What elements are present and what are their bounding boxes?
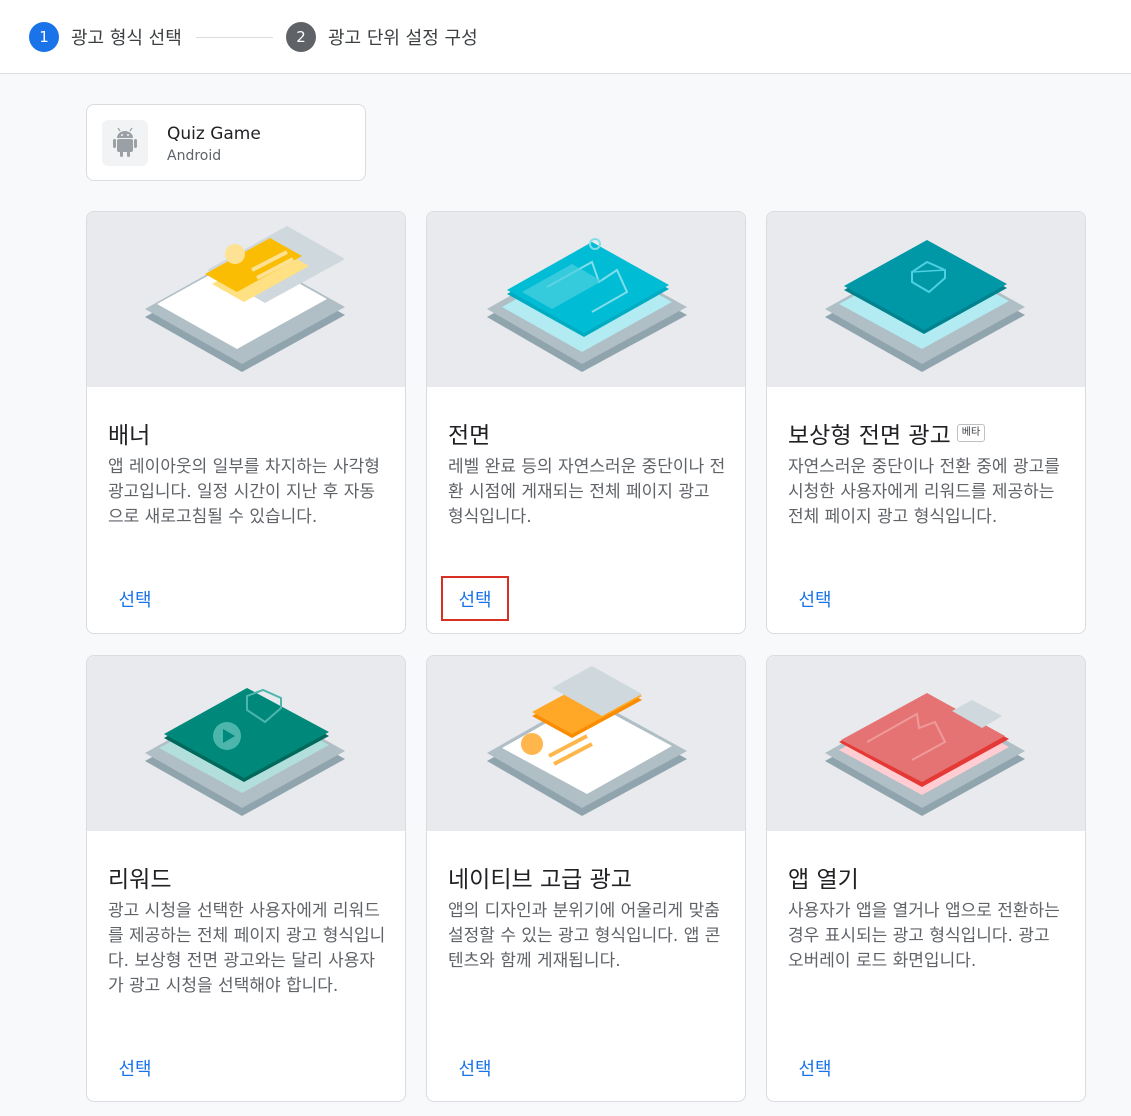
format-card-native: 네이티브 고급 광고 앱의 디자인과 분위기에 어울리게 맞춤설정할 수 있는 … [426, 655, 746, 1102]
app-name: Quiz Game [167, 124, 261, 144]
card-title: 전면 [448, 423, 491, 449]
step-2[interactable]: 2 광고 단위 설정 구성 [286, 22, 478, 52]
card-description: 자연스러운 중단이나 전환 중에 광고를 시청한 사용자에게 리워드를 제공하는… [788, 457, 1060, 527]
card-title: 보상형 전면 광고 베타 [788, 416, 986, 450]
card-description: 사용자가 앱을 열거나 앱으로 전환하는 경우 표시되는 광고 형식입니다. 광… [788, 901, 1060, 971]
stepper: 1 광고 형식 선택 2 광고 단위 설정 구성 [0, 0, 1131, 74]
card-title: 배너 [108, 423, 151, 449]
step-1[interactable]: 1 광고 형식 선택 [29, 22, 182, 52]
card-description: 앱의 디자인과 분위기에 어울리게 맞춤설정할 수 있는 광고 형식입니다. 앱… [448, 901, 721, 971]
select-button[interactable]: 선택 [781, 576, 849, 621]
select-button[interactable]: 선택 [781, 1045, 849, 1090]
format-card-banner: 배너 앱 레이아웃의 일부를 차지하는 사각형 광고입니다. 일정 시간이 지난… [86, 211, 406, 634]
card-description: 앱 레이아웃의 일부를 차지하는 사각형 광고입니다. 일정 시간이 지난 후 … [108, 457, 380, 527]
rewarded-interstitial-illustration [767, 212, 1085, 387]
format-card-rewarded-interstitial: 보상형 전면 광고 베타 자연스러운 중단이나 전환 중에 광고를 시청한 사용… [766, 211, 1086, 634]
step-2-label: 광고 단위 설정 구성 [328, 28, 478, 49]
card-title: 앱 열기 [788, 867, 859, 893]
app-open-illustration [767, 656, 1085, 831]
app-icon [102, 120, 148, 166]
android-icon [113, 127, 137, 157]
step-2-number: 2 [286, 22, 316, 52]
interstitial-illustration [427, 212, 745, 387]
step-1-label: 광고 형식 선택 [71, 28, 182, 49]
card-title: 리워드 [108, 867, 172, 893]
format-card-rewarded: 리워드 광고 시청을 선택한 사용자에게 리워드를 제공하는 전체 페이지 광고… [86, 655, 406, 1102]
beta-badge: 베타 [956, 424, 986, 442]
step-connector [196, 37, 273, 38]
rewarded-illustration [87, 656, 405, 831]
step-1-number: 1 [29, 22, 59, 52]
banner-illustration [87, 212, 405, 387]
select-button[interactable]: 선택 [101, 1045, 169, 1090]
card-description: 레벨 완료 등의 자연스러운 중단이나 전환 시점에 게재되는 전체 페이지 광… [448, 457, 726, 527]
select-button[interactable]: 선택 [101, 576, 169, 621]
card-description: 광고 시청을 선택한 사용자에게 리워드를 제공하는 전체 페이지 광고 형식입… [108, 901, 386, 996]
select-button[interactable]: 선택 [441, 1045, 509, 1090]
app-platform: Android [167, 148, 222, 164]
select-button[interactable]: 선택 [441, 576, 509, 621]
native-illustration [427, 656, 745, 831]
app-chip: Quiz Game Android [86, 104, 366, 181]
card-title: 네이티브 고급 광고 [448, 867, 632, 893]
format-card-interstitial: 전면 레벨 완료 등의 자연스러운 중단이나 전환 시점에 게재되는 전체 페이… [426, 211, 746, 634]
format-card-app-open: 앱 열기 사용자가 앱을 열거나 앱으로 전환하는 경우 표시되는 광고 형식입… [766, 655, 1086, 1102]
